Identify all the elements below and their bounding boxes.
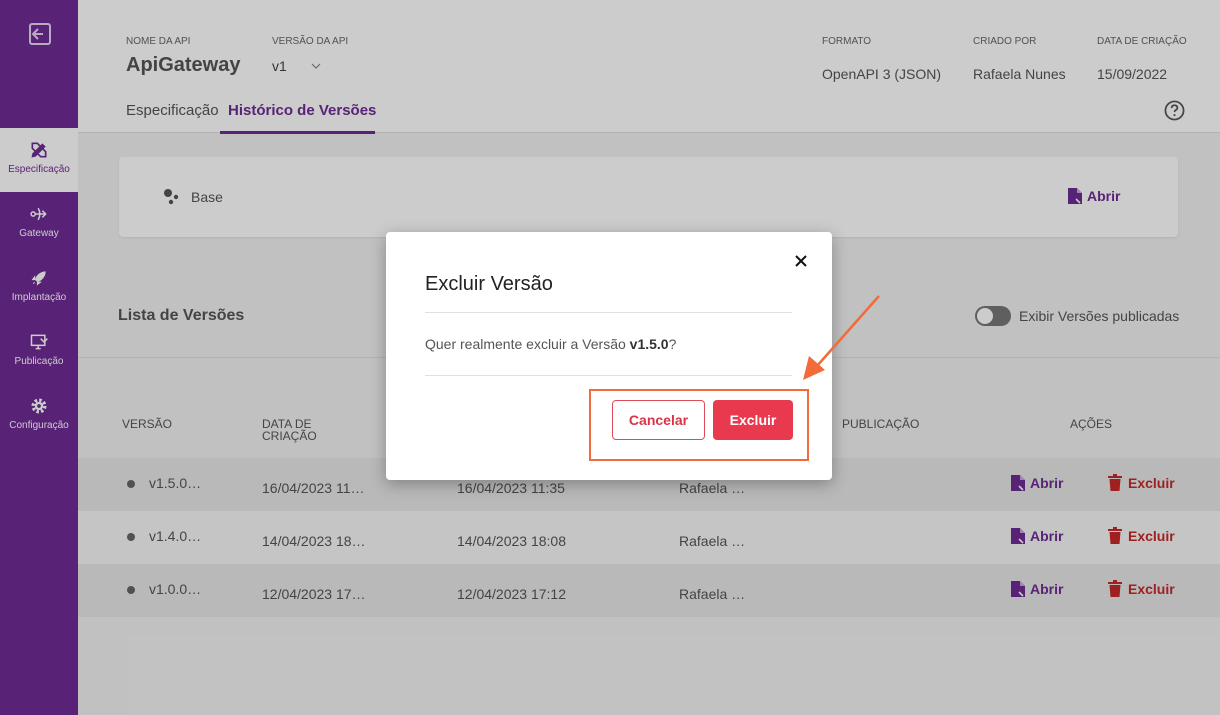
dialog-message: Quer realmente excluir a Versão v1.5.0?	[425, 336, 676, 352]
dialog-message-version: v1.5.0	[629, 336, 669, 352]
dialog-divider	[425, 312, 792, 313]
dialog-message-prefix: Quer realmente excluir a Versão	[425, 336, 630, 352]
dialog-divider	[425, 375, 792, 376]
annotation-highlight-box	[589, 389, 809, 461]
dialog-message-suffix: ?	[668, 336, 677, 352]
annotation-arrow-icon	[803, 295, 880, 380]
dialog-title: Excluir Versão	[425, 273, 553, 295]
close-icon[interactable]	[794, 254, 808, 268]
